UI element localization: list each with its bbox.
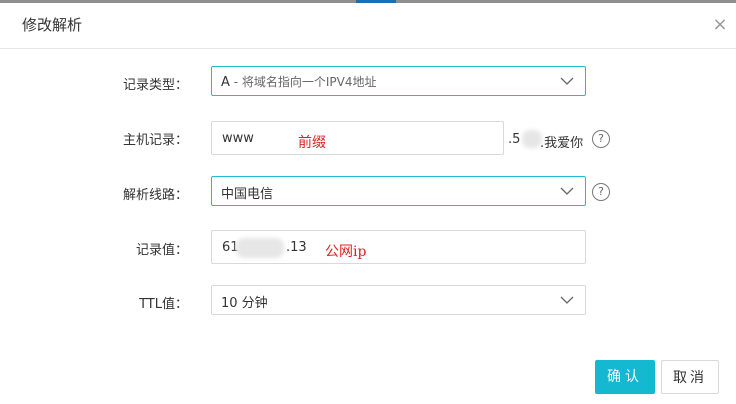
host-record-input[interactable]: www xyxy=(211,121,504,155)
dialog-header: 修改解析 × xyxy=(0,3,736,49)
chevron-down-icon xyxy=(560,187,574,195)
public-ip-annotation: 公网ip xyxy=(325,244,367,260)
resolve-line-value: 中国电信 xyxy=(221,187,274,202)
help-icon[interactable]: ? xyxy=(592,130,610,148)
close-icon[interactable]: × xyxy=(710,15,730,35)
record-type-selected: A xyxy=(221,75,230,90)
dialog-title: 修改解析 xyxy=(22,16,83,34)
record-type-value: A - 将域名指向一个IPV4地址 xyxy=(221,73,377,90)
record-value-label: 记录值： xyxy=(135,243,188,258)
prefix-annotation: 前缀 xyxy=(298,135,326,151)
help-icon[interactable]: ? xyxy=(592,183,610,201)
host-record-value: www xyxy=(222,131,254,146)
redacted-domain xyxy=(522,130,542,148)
ttl-value: 10 分钟 xyxy=(221,296,268,311)
domain-suffix: .我爱你 xyxy=(540,136,584,151)
record-value-input[interactable]: 61 .13 xyxy=(211,230,586,264)
domain-prefix: .5 xyxy=(508,132,521,147)
confirm-button[interactable]: 确认 xyxy=(595,360,655,394)
chevron-down-icon xyxy=(560,296,574,304)
record-value-end: .13 xyxy=(286,240,307,255)
edit-dns-dialog: 修改解析 × 记录类型： A - 将域名指向一个IPV4地址 主机记录： www… xyxy=(0,3,736,404)
record-type-label: 记录类型： xyxy=(122,78,188,93)
redacted-ip xyxy=(236,238,284,258)
resolve-line-label: 解析线路： xyxy=(122,188,188,203)
host-record-label: 主机记录： xyxy=(122,133,188,148)
cancel-button[interactable]: 取消 xyxy=(661,360,719,394)
ttl-label: TTL值： xyxy=(139,297,188,312)
record-type-select[interactable]: A - 将域名指向一个IPV4地址 xyxy=(211,66,586,96)
chevron-down-icon xyxy=(560,77,574,85)
ttl-select[interactable]: 10 分钟 xyxy=(211,285,586,315)
resolve-line-select[interactable]: 中国电信 xyxy=(211,176,586,206)
record-type-hint: - 将域名指向一个IPV4地址 xyxy=(229,75,377,89)
